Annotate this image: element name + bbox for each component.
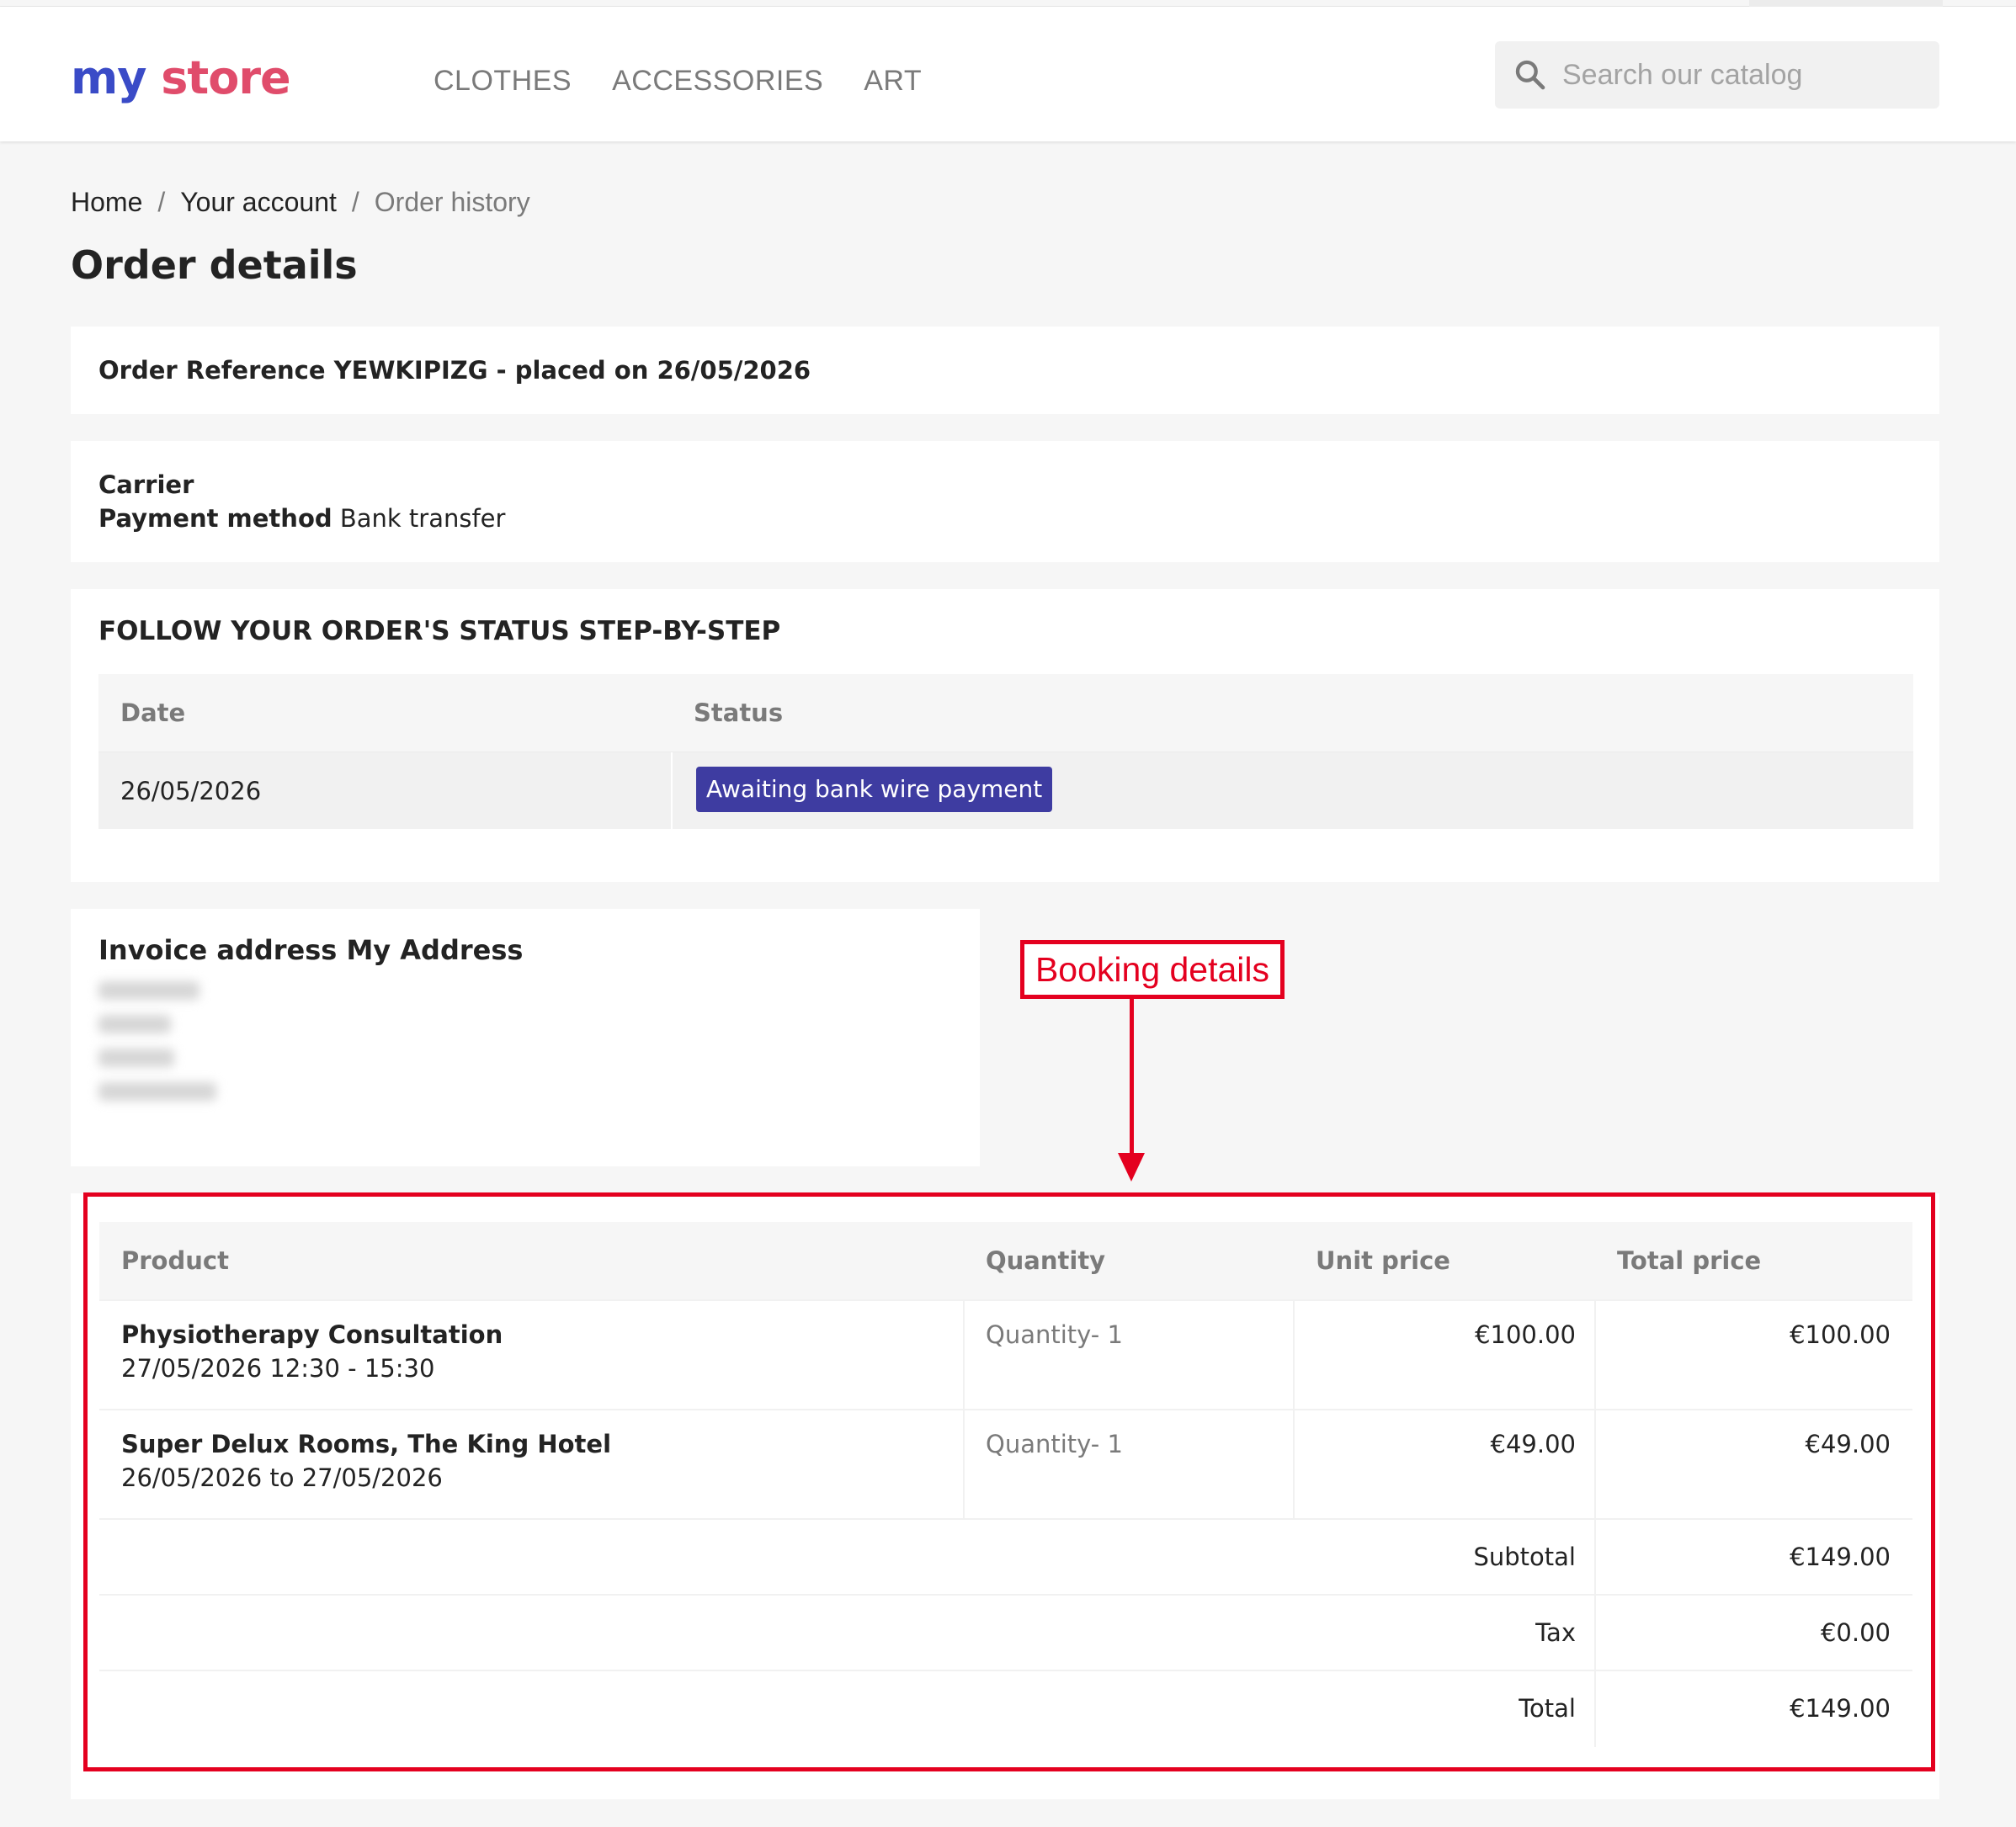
order-reference-card: Order Reference YEWKIPIZG - placed on 26… xyxy=(71,327,1939,414)
logo-word-store: store xyxy=(161,51,290,104)
booking-details-annotation: Booking details xyxy=(1020,940,1285,999)
invoice-address-card: Invoice address My Address xyxy=(71,909,980,1166)
column-divider xyxy=(671,752,673,830)
redacted-address xyxy=(98,981,216,1116)
payment-method: Payment method Bank transfer xyxy=(98,502,505,535)
carrier-card: Carrier Payment method Bank transfer xyxy=(71,441,1939,562)
site-header: my store CLOTHES ACCESSORIES ART xyxy=(0,7,2016,141)
annotation-arrow-icon xyxy=(1118,1153,1145,1182)
carrier-label: Carrier xyxy=(98,470,194,499)
status-col-status: Status xyxy=(694,698,784,727)
page-title: Order details xyxy=(71,242,358,288)
breadcrumb-separator: / xyxy=(157,187,166,217)
status-col-date: Date xyxy=(120,698,186,727)
search-input[interactable] xyxy=(1562,51,1916,98)
status-table: Date Status 26/05/2026 Awaiting bank wir… xyxy=(98,674,1913,830)
status-date: 26/05/2026 xyxy=(120,777,262,805)
order-status-card: FOLLOW YOUR ORDER'S STATUS STEP-BY-STEP … xyxy=(71,589,1939,882)
redacted-line xyxy=(98,1049,174,1067)
order-reference: Order Reference YEWKIPIZG - placed on 26… xyxy=(98,356,811,385)
breadcrumb-home[interactable]: Home xyxy=(71,187,142,217)
top-strip xyxy=(0,0,2016,7)
store-logo[interactable]: my store xyxy=(71,49,291,108)
breadcrumb-current: Order history xyxy=(374,187,530,217)
nav-art[interactable]: ART xyxy=(864,57,922,104)
booking-details-highlight xyxy=(83,1192,1935,1771)
breadcrumb-separator: / xyxy=(351,187,359,217)
nav-accessories[interactable]: ACCESSORIES xyxy=(612,57,823,104)
payment-method-value: Bank transfer xyxy=(339,504,506,533)
top-strip-segment xyxy=(1749,0,1943,7)
invoice-address-title: Invoice address My Address xyxy=(98,934,524,966)
search-icon[interactable] xyxy=(1513,58,1547,92)
status-table-header: Date Status xyxy=(98,674,1913,752)
payment-method-label: Payment method xyxy=(98,504,332,533)
redacted-line xyxy=(98,1015,171,1033)
annotation-arrow-line xyxy=(1130,999,1134,1157)
logo-word-my: my xyxy=(71,51,146,104)
breadcrumb-account[interactable]: Your account xyxy=(180,187,337,217)
breadcrumb: Home / Your account / Order history xyxy=(71,182,530,222)
redacted-line xyxy=(98,981,199,1000)
nav-clothes[interactable]: CLOTHES xyxy=(434,57,572,104)
main-nav: CLOTHES ACCESSORIES ART xyxy=(434,57,962,104)
status-badge: Awaiting bank wire payment xyxy=(696,767,1053,812)
search-box xyxy=(1495,41,1939,109)
redacted-line xyxy=(98,1082,216,1101)
status-section-title: FOLLOW YOUR ORDER'S STATUS STEP-BY-STEP xyxy=(98,616,781,646)
table-row: 26/05/2026 Awaiting bank wire payment xyxy=(98,752,1913,830)
